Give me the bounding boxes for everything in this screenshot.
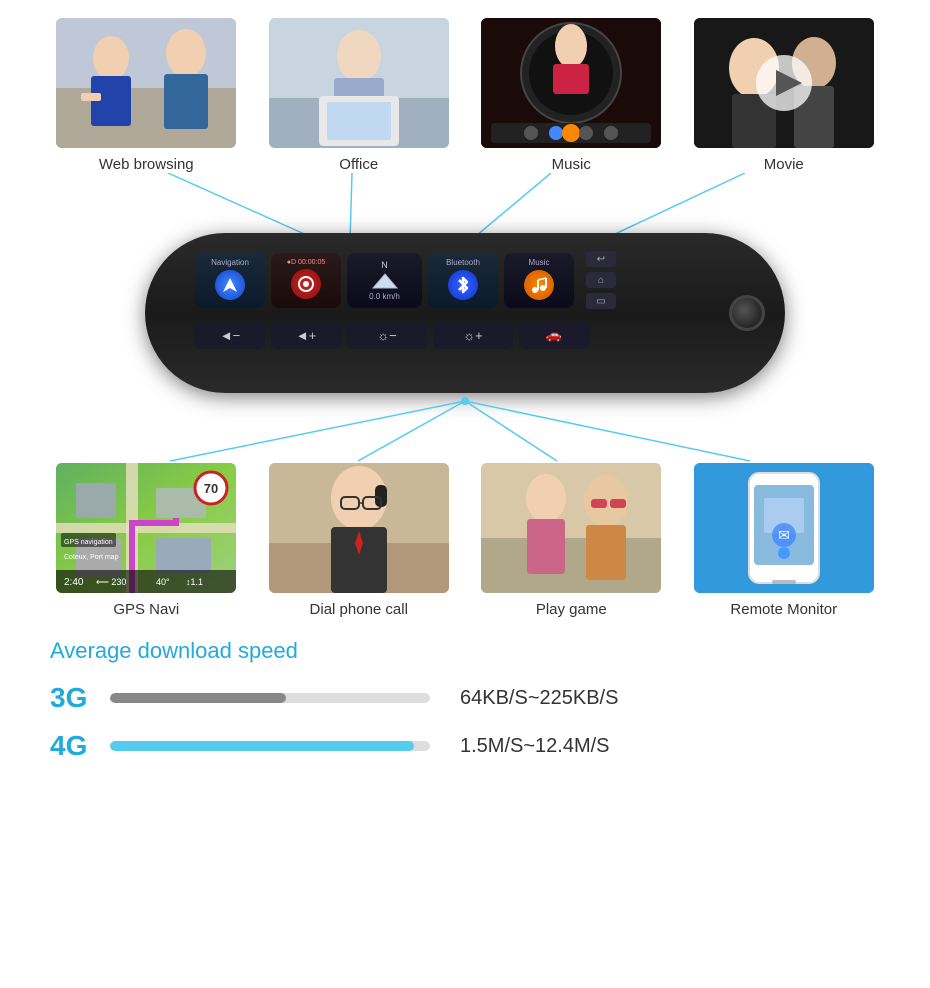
brightness-up-button[interactable]: ☼+ xyxy=(433,321,513,349)
svg-text:2:40: 2:40 xyxy=(64,577,84,588)
nav-button-label: Navigation xyxy=(211,258,249,267)
svg-text:✉: ✉ xyxy=(778,527,790,543)
remote-label: Remote Monitor xyxy=(730,601,837,618)
speed-row-4g: 4G 1.5M/S~12.4M/S xyxy=(50,730,880,762)
side-nav-buttons: ↩ ⌂ ▭ xyxy=(586,251,616,309)
music-image xyxy=(481,18,661,148)
compass-label: N xyxy=(381,260,388,270)
movie-label: Movie xyxy=(764,156,804,173)
speed-value-3g: 64KB/S~225KB/S xyxy=(460,687,618,710)
feature-movie: Movie xyxy=(689,18,879,173)
feature-game: Play game xyxy=(476,463,666,618)
bottom-connector-svg xyxy=(0,393,930,463)
vol-down-button[interactable]: ◄− xyxy=(195,321,265,349)
office-label: Office xyxy=(339,156,378,173)
speed-bar-4g-fill xyxy=(110,741,414,751)
svg-text:70: 70 xyxy=(204,481,218,496)
screen-bottom-row: ◄− ◄+ ☼− ☼+ 🚗 xyxy=(195,321,735,349)
web-browsing-label: Web browsing xyxy=(99,156,194,173)
feature-remote: ✉ Remote Monitor xyxy=(689,463,879,618)
remote-image: ✉ xyxy=(694,463,874,593)
svg-text:⟵ 230: ⟵ 230 xyxy=(96,577,126,587)
back-button[interactable]: ↩ xyxy=(586,251,616,267)
car-button[interactable]: 🚗 xyxy=(519,321,589,349)
music-label: Music xyxy=(552,156,591,173)
svg-text:↕1.1: ↕1.1 xyxy=(186,577,203,587)
office-image xyxy=(269,18,449,148)
menu-button[interactable]: ▭ xyxy=(586,293,616,309)
svg-text:40°: 40° xyxy=(156,577,170,587)
top-features-row: Web browsing Office xyxy=(0,0,930,173)
nav-button[interactable]: Navigation xyxy=(195,253,265,308)
bluetooth-label: Bluetooth xyxy=(446,258,480,267)
feature-web-browsing: Web browsing xyxy=(51,18,241,173)
game-image xyxy=(481,463,661,593)
speed-value-label: 0.0 km/h xyxy=(369,292,400,301)
speed-value-4g: 1.5M/S~12.4M/S xyxy=(460,735,610,758)
speed-bar-3g-fill xyxy=(110,693,286,703)
feature-office: Office xyxy=(264,18,454,173)
music-screen-label: Music xyxy=(529,258,550,267)
speed-label-3g: 3G xyxy=(50,682,90,714)
svg-text:Coteux, Port map: Coteux, Port map xyxy=(64,554,119,561)
bluetooth-button[interactable]: Bluetooth xyxy=(428,253,498,308)
speed-title: Average download speed xyxy=(50,638,880,664)
bluetooth-icon xyxy=(448,270,478,300)
game-label: Play game xyxy=(536,601,607,618)
feature-music: Music xyxy=(476,18,666,173)
music-screen-button[interactable]: Music xyxy=(504,253,574,308)
bottom-features-row: 70 GPS navigation Coteux, Port map 2:40 … xyxy=(0,463,930,618)
screen-top-row: Navigation ●D 00:00:05 xyxy=(195,251,735,309)
nav-icon xyxy=(215,270,245,300)
gps-image: 70 GPS navigation Coteux, Port map 2:40 … xyxy=(56,463,236,593)
bottom-connector-area xyxy=(0,393,930,463)
phone-label: Dial phone call xyxy=(310,601,408,618)
feature-gps: 70 GPS navigation Coteux, Port map 2:40 … xyxy=(51,463,241,618)
feature-phone: Dial phone call xyxy=(264,463,454,618)
speed-row-3g: 3G 64KB/S~225KB/S xyxy=(50,682,880,714)
home-button[interactable]: ⌂ xyxy=(586,272,616,288)
dashcam-button[interactable]: ●D 00:00:05 xyxy=(271,253,341,308)
camera-lens xyxy=(729,295,765,331)
speed-button[interactable]: N 0.0 km/h xyxy=(347,253,422,308)
speed-section: Average download speed 3G 64KB/S~225KB/S… xyxy=(0,618,930,762)
mirror-device: Navigation ●D 00:00:05 xyxy=(145,233,785,393)
dashcam-icon xyxy=(291,269,321,299)
phone-image xyxy=(269,463,449,593)
vol-up-button[interactable]: ◄+ xyxy=(271,321,341,349)
dashcam-label: ●D 00:00:05 xyxy=(287,259,325,266)
device-wrapper: Navigation ●D 00:00:05 xyxy=(0,233,930,393)
music-screen-icon xyxy=(524,270,554,300)
speed-label-4g: 4G xyxy=(50,730,90,762)
web-browsing-image xyxy=(56,18,236,148)
movie-image xyxy=(694,18,874,148)
svg-text:GPS navigation: GPS navigation xyxy=(64,539,113,546)
speed-bar-4g-container xyxy=(110,741,430,751)
brightness-down-button[interactable]: ☼− xyxy=(347,321,427,349)
speed-bar-3g-container xyxy=(110,693,430,703)
gps-label: GPS Navi xyxy=(113,601,179,618)
